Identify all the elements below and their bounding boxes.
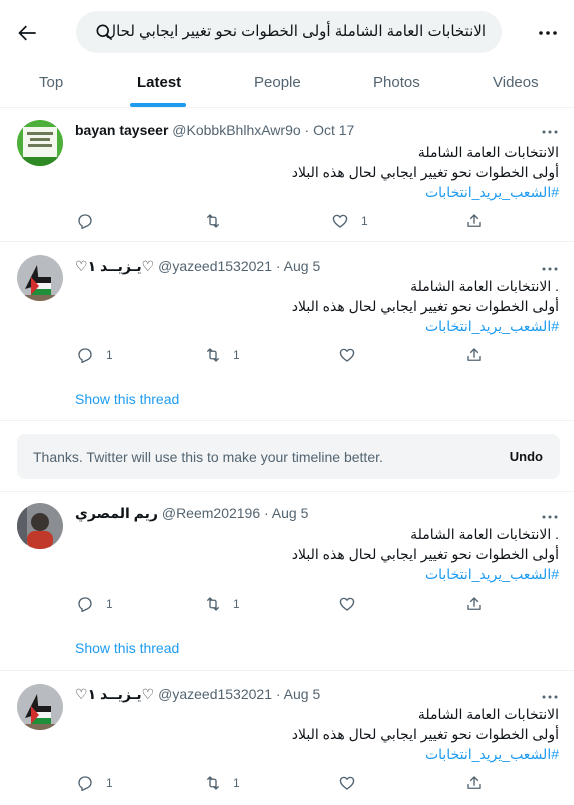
- avatar[interactable]: [17, 120, 63, 166]
- feedback-notice: Thanks. Twitter will use this to make yo…: [17, 434, 560, 479]
- tweet-header: ♡يـزيــد ١♡ @yazeed1532021 · Aug 5: [75, 258, 320, 275]
- heart-icon: [339, 597, 355, 611]
- tab-people[interactable]: People: [254, 74, 301, 91]
- back-arrow-icon[interactable]: [14, 20, 40, 46]
- retweet-icon: [207, 597, 219, 611]
- tweet-hashtag[interactable]: #الشعب_يريد_انتخابات: [425, 566, 559, 583]
- tweet-more-icon[interactable]: [541, 124, 559, 134]
- heart-icon: [339, 348, 355, 362]
- tweet-header: ريم المصري @Reem202196 · Aug 5: [75, 505, 308, 522]
- tweet-header: bayan tayseer @KobbkBhlhxAwr9o · Oct 17: [75, 122, 354, 138]
- tweet-hashtag[interactable]: #الشعب_يريد_انتخابات: [425, 746, 559, 763]
- reply-count: 1: [106, 348, 113, 362]
- tweet-text-line: أولى الخطوات نحو تغيير ايجابي لحال هذه ا…: [291, 298, 559, 314]
- tweet-text-line: الانتخابات العامة الشاملة: [417, 144, 559, 160]
- tab-videos[interactable]: Videos: [493, 74, 539, 91]
- tweet-text-line: أولى الخطوات نحو تغيير ايجابي لحال هذه ا…: [291, 546, 559, 562]
- share-icon: [467, 776, 481, 789]
- retweet-icon: [207, 214, 219, 228]
- tweet-more-icon[interactable]: [541, 261, 559, 271]
- author-name[interactable]: ♡يـزيــد ١♡: [75, 258, 154, 274]
- retweet-count: 1: [233, 597, 240, 611]
- tab-photos[interactable]: Photos: [373, 74, 420, 91]
- divider: [0, 241, 574, 242]
- author-handle-date[interactable]: @yazeed1532021 · Aug 5: [158, 258, 320, 274]
- author-handle-date[interactable]: @Reem202196 · Aug 5: [162, 505, 309, 521]
- retweet-count: 1: [233, 776, 240, 790]
- search-tabs: Top Latest People Photos Videos: [0, 64, 574, 108]
- retweet-icon: [207, 776, 219, 790]
- author-name[interactable]: bayan tayseer: [75, 122, 168, 138]
- retweet-count: 1: [233, 348, 240, 362]
- tweet-header: ♡يـزيــد ١♡ @yazeed1532021 · Aug 5: [75, 686, 320, 703]
- search-input[interactable]: الانتخابات العامة الشاملة أولى الخطوات ن…: [76, 11, 502, 53]
- divider: [0, 491, 574, 492]
- share-icon: [467, 214, 481, 227]
- active-tab-indicator: [130, 103, 186, 107]
- show-thread-link[interactable]: Show this thread: [75, 391, 179, 407]
- author-name[interactable]: ريم المصري: [75, 505, 158, 521]
- avatar[interactable]: [17, 684, 63, 730]
- tweet-hashtag[interactable]: #الشعب_يريد_انتخابات: [425, 318, 559, 335]
- avatar[interactable]: [17, 255, 63, 301]
- tweet-hashtag[interactable]: #الشعب_يريد_انتخابات: [425, 184, 559, 201]
- heart-icon: [339, 776, 355, 790]
- author-handle-date[interactable]: @yazeed1532021 · Aug 5: [158, 686, 320, 702]
- reply-icon: [78, 214, 92, 230]
- tweet-text-line: أولى الخطوات نحو تغيير ايجابي لحال هذه ا…: [291, 164, 559, 180]
- reply-icon: [78, 776, 92, 792]
- reply-icon: [78, 597, 92, 613]
- search-query[interactable]: الانتخابات العامة الشاملة أولى الخطوات ن…: [105, 22, 486, 40]
- heart-icon: [332, 214, 348, 228]
- retweet-icon: [207, 348, 219, 362]
- author-name[interactable]: ♡يـزيــد ١♡: [75, 686, 154, 702]
- tab-latest[interactable]: Latest: [137, 74, 181, 91]
- share-icon: [467, 348, 481, 361]
- author-handle-date[interactable]: @KobbkBhlhxAwr9o · Oct 17: [172, 122, 354, 138]
- like-count: 1: [361, 214, 368, 228]
- notice-message: Thanks. Twitter will use this to make yo…: [33, 449, 383, 465]
- tweet-text-line: الانتخابات العامة الشاملة: [417, 706, 559, 722]
- tweet-more-icon[interactable]: [541, 689, 559, 699]
- undo-button[interactable]: Undo: [510, 449, 543, 464]
- top-bar: الانتخابات العامة الشاملة أولى الخطوات ن…: [0, 0, 574, 64]
- tweet-text-line: . الانتخابات العامة الشاملة: [410, 526, 559, 542]
- divider: [0, 420, 574, 421]
- show-thread-link[interactable]: Show this thread: [75, 640, 179, 656]
- reply-count: 1: [106, 776, 113, 790]
- divider: [0, 670, 574, 671]
- tweet-text-line: . الانتخابات العامة الشاملة: [410, 278, 559, 294]
- share-icon: [467, 597, 481, 610]
- tweet-more-icon[interactable]: [541, 509, 559, 519]
- avatar[interactable]: [17, 503, 63, 549]
- more-options-icon[interactable]: [536, 21, 560, 45]
- tweet-text-line: أولى الخطوات نحو تغيير ايجابي لحال هذه ا…: [291, 726, 559, 742]
- reply-icon: [78, 348, 92, 364]
- tab-top[interactable]: Top: [39, 74, 63, 91]
- reply-count: 1: [106, 597, 113, 611]
